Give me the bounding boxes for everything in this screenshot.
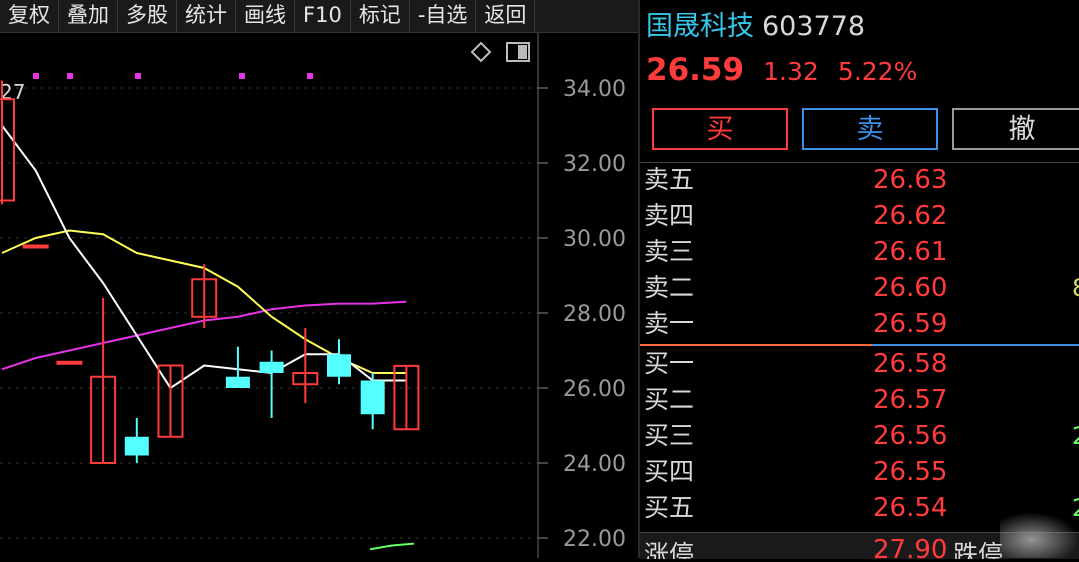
quote-panel: 国晟科技 603778 26.59 1.32 5.22% 买 卖 撤 卖五 26.6…: [640, 0, 1079, 559]
candle-body: [327, 354, 351, 377]
stock-code: 603778: [762, 11, 866, 42]
event-marker: [135, 73, 141, 79]
stock-title: 国晟科技 603778: [646, 4, 865, 43]
limit-down-label: 跌停: [953, 540, 1004, 559]
bid-label: 买二: [644, 385, 695, 414]
bid-price: 26.56: [873, 421, 948, 451]
toolbar-button-8[interactable]: 返回: [476, 0, 536, 32]
bid-row[interactable]: 买三 26.56 2: [640, 418, 1079, 454]
chart-toolbar: 复权 叠加 多股 统计 画线 F10 标记 -自选 返回: [0, 0, 638, 33]
ask-volume: 8: [1072, 270, 1079, 306]
y-tick-label: 32.00: [563, 152, 626, 177]
candle-body: [360, 380, 385, 415]
ma-line-white: [1, 124, 407, 390]
ask-label: 卖一: [644, 309, 695, 338]
price-change-percent: 5.22%: [837, 57, 918, 86]
toolbar-button-0[interactable]: 复权: [0, 0, 59, 32]
sell-button[interactable]: 卖: [802, 108, 938, 150]
price-change: 1.32: [763, 57, 819, 86]
candle-body: [124, 436, 149, 456]
bid-volume: 2: [1072, 418, 1079, 454]
ask-row[interactable]: 卖三 26.61: [640, 234, 1079, 270]
toolbar-button-4[interactable]: 画线: [236, 0, 295, 32]
candle-body: [259, 361, 284, 373]
bid-row[interactable]: 买二 26.57: [640, 382, 1079, 418]
bid-ask-separator-red: [640, 344, 872, 346]
toolbar-button-6[interactable]: 标记: [351, 0, 410, 32]
ask-price: 26.59: [873, 309, 948, 339]
ask-row[interactable]: 卖四 26.62: [640, 198, 1079, 234]
ask-price: 26.61: [873, 237, 948, 267]
cancel-order-button[interactable]: 撤: [952, 108, 1079, 150]
ask-row[interactable]: 卖五 26.63: [640, 162, 1079, 198]
kline-chart[interactable]: 34.00 32.00 30.00 28.00 26.00 24.00 22.00 27: [0, 33, 638, 558]
event-marker: [239, 73, 245, 79]
bid-price: 26.55: [873, 457, 948, 487]
corner-value-label: 27: [0, 80, 25, 104]
buy-button[interactable]: 买: [652, 108, 788, 150]
bid-price: 26.58: [873, 349, 948, 379]
bid-label: 买一: [644, 349, 695, 378]
bid-price: 26.54: [873, 493, 948, 523]
toolbar-button-5[interactable]: F10: [295, 0, 351, 32]
stock-name: 国晟科技: [646, 11, 754, 42]
limit-up-label: 涨停: [644, 540, 695, 559]
toolbar-button-2[interactable]: 多股: [118, 0, 177, 32]
panel-toggle-icon-fill: [518, 45, 527, 59]
candle-body: [225, 376, 250, 388]
ask-row[interactable]: 卖二 26.60 8: [640, 270, 1079, 306]
candle-body: [56, 360, 83, 365]
ma-line-green: [369, 542, 415, 551]
ask-price: 26.62: [873, 201, 948, 231]
ask-label: 卖三: [644, 237, 695, 266]
y-tick-label: 26.00: [563, 377, 626, 402]
toolbar-button-1[interactable]: 叠加: [59, 0, 118, 32]
diamond-icon: [470, 41, 492, 63]
candle-body: [22, 244, 49, 249]
last-price: 26.59: [646, 52, 745, 88]
y-tick-label: 22.00: [563, 527, 626, 552]
ask-price: 26.60: [873, 273, 948, 303]
bid-label: 买五: [644, 493, 695, 522]
bid-ask-separator-blue: [872, 344, 1079, 346]
toolbar-button-7[interactable]: -自选: [410, 0, 477, 32]
bid-row[interactable]: 买一 26.58: [640, 346, 1079, 382]
event-marker: [33, 73, 39, 79]
ask-label: 卖五: [644, 165, 695, 194]
toolbar-button-3[interactable]: 统计: [177, 0, 236, 32]
ask-label: 卖二: [644, 273, 695, 302]
bid-label: 买四: [644, 457, 695, 486]
ask-label: 卖四: [644, 201, 695, 230]
limit-up-price: 27.90: [873, 535, 948, 559]
y-tick-label: 30.00: [563, 227, 626, 252]
event-marker: [307, 73, 313, 79]
y-tick-label: 24.00: [563, 452, 626, 477]
ask-row[interactable]: 卖一 26.59: [640, 306, 1079, 342]
bid-label: 买三: [644, 421, 695, 450]
event-marker: [67, 73, 73, 79]
y-tick-label: 34.00: [563, 77, 626, 102]
price-summary: 26.59 1.32 5.22%: [646, 52, 917, 88]
kline-chart-svg: 34.00 32.00 30.00 28.00 26.00 24.00 22.00 27: [0, 33, 626, 558]
smudge-overlay: [1000, 512, 1079, 558]
bid-price: 26.57: [873, 385, 948, 415]
ask-price: 26.63: [873, 165, 948, 195]
y-tick-label: 28.00: [563, 302, 626, 327]
bid-row[interactable]: 买四 26.55: [640, 454, 1079, 490]
